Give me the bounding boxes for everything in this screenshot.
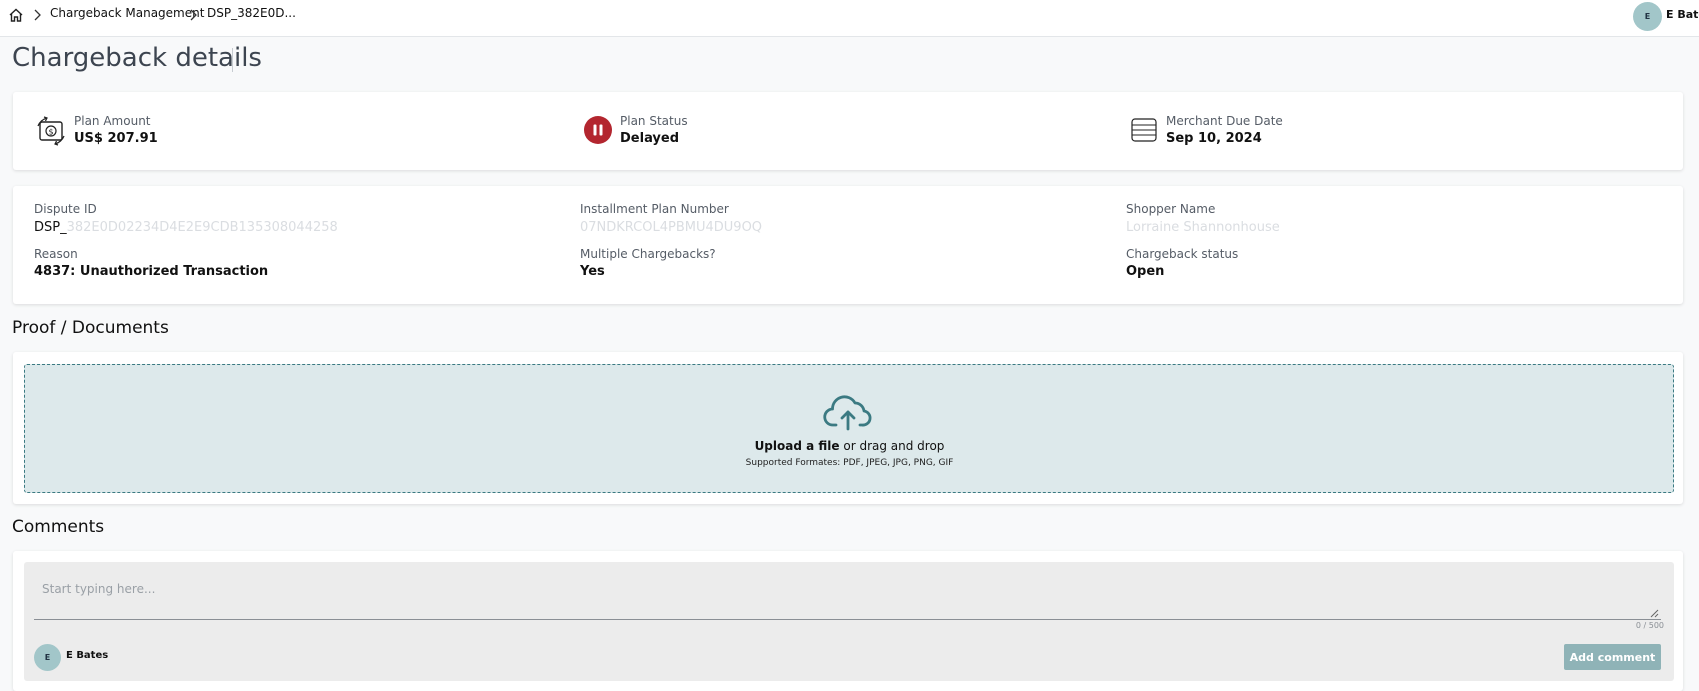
supported-formats: Supported Formates: PDF, JPEG, JPG, PNG,… bbox=[745, 458, 954, 468]
shopper-name-value: Lorraine Shannonhouse bbox=[1126, 220, 1280, 235]
upload-instruction: Upload a file or drag and drop bbox=[0, 439, 1699, 453]
money-cycle-icon: $ bbox=[37, 116, 65, 146]
pause-icon bbox=[584, 116, 612, 144]
page-title: Chargeback details bbox=[12, 43, 262, 73]
svg-text:$: $ bbox=[48, 128, 53, 137]
char-count: 0 / 500 bbox=[1635, 621, 1664, 630]
top-bar: Chargeback Management DSP_382E0D... E E … bbox=[0, 0, 1699, 37]
summary-card bbox=[13, 92, 1683, 170]
title-divider bbox=[232, 48, 233, 72]
breadcrumb-dispute-id: DSP_382E0D... bbox=[207, 6, 296, 20]
merchant-due-date-label: Merchant Due Date bbox=[1166, 114, 1283, 128]
installment-plan-number-label: Installment Plan Number bbox=[580, 202, 729, 216]
chevron-right-icon bbox=[34, 9, 41, 21]
reason-label: Reason bbox=[34, 247, 78, 261]
plan-amount-label: Plan Amount bbox=[74, 114, 151, 128]
dispute-id-prefix: DSP_ bbox=[34, 220, 67, 235]
add-comment-button[interactable]: Add comment bbox=[1564, 644, 1661, 670]
comments-section-title: Comments bbox=[12, 517, 105, 537]
chargeback-status-label: Chargeback status bbox=[1126, 247, 1239, 261]
user-name[interactable]: E Bates bbox=[1666, 8, 1699, 21]
calendar-lines-icon bbox=[1131, 118, 1157, 142]
chargeback-status-value: Open bbox=[1126, 264, 1165, 279]
avatar[interactable]: E bbox=[1633, 2, 1662, 31]
plan-status-value: Delayed bbox=[620, 131, 680, 146]
home-icon[interactable] bbox=[8, 7, 24, 23]
installment-plan-number-value: 07NDKRCOL4PBMU4DU9OQ bbox=[580, 220, 763, 235]
merchant-due-date-value: Sep 10, 2024 bbox=[1166, 131, 1262, 146]
breadcrumb-chargeback-management[interactable]: Chargeback Management bbox=[50, 6, 204, 20]
multiple-chargebacks-value: Yes bbox=[580, 264, 605, 279]
upload-drag-text: or drag and drop bbox=[839, 439, 945, 453]
chevron-right-icon bbox=[190, 9, 197, 21]
dispute-id-value: DSP_382E0D02234D4E2E9CDB135308044258 bbox=[34, 220, 338, 235]
plan-amount-value: US$ 207.91 bbox=[74, 131, 158, 146]
cloud-upload-icon[interactable] bbox=[823, 392, 873, 432]
shopper-name-label: Shopper Name bbox=[1126, 202, 1216, 216]
comment-user-name: E Bates bbox=[66, 650, 109, 661]
dispute-id-redacted: 382E0D02234D4E2E9CDB135308044258 bbox=[66, 220, 338, 235]
details-card bbox=[13, 186, 1683, 304]
upload-file-link[interactable]: Upload a file bbox=[755, 439, 840, 453]
dispute-id-label: Dispute ID bbox=[34, 202, 97, 216]
proof-section-title: Proof / Documents bbox=[12, 318, 169, 338]
multiple-chargebacks-label: Multiple Chargebacks? bbox=[580, 247, 716, 261]
reason-value: 4837: Unauthorized Transaction bbox=[34, 264, 269, 279]
resize-grip-icon[interactable] bbox=[1650, 609, 1659, 618]
avatar: E bbox=[34, 644, 61, 671]
comment-input[interactable] bbox=[34, 574, 1661, 620]
plan-status-label: Plan Status bbox=[620, 114, 688, 128]
